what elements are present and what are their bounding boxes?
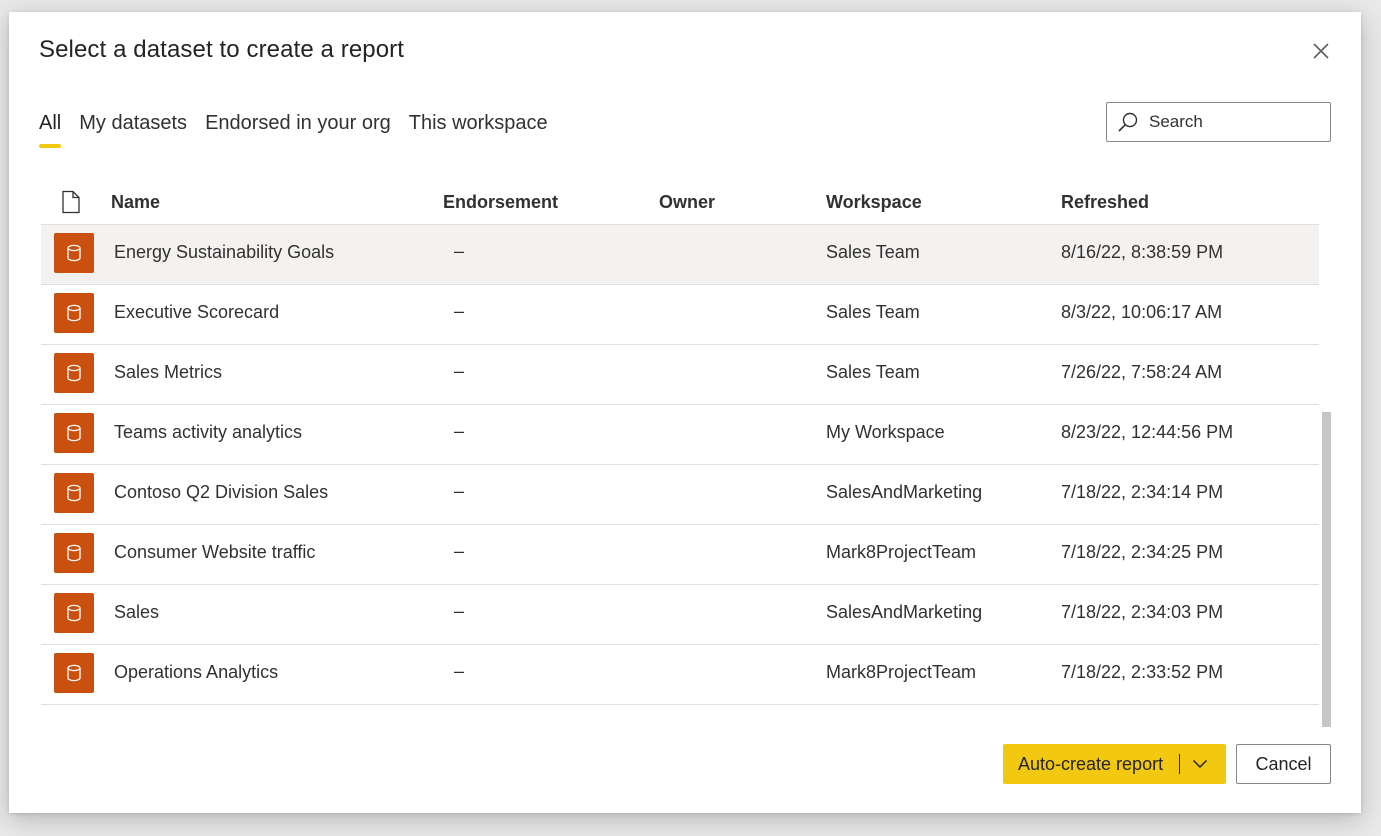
dataset-icon [54,593,94,633]
dataset-name: Sales [114,602,160,622]
dataset-endorsement: – [454,541,465,561]
dataset-name: Operations Analytics [114,662,279,682]
table-row[interactable]: Operations Analytics – Mark8ProjectTeam … [41,645,1319,705]
tab-all[interactable]: All [39,110,62,148]
dataset-endorsement: – [454,301,465,321]
dataset-workspace: My Workspace [826,422,945,442]
table-row[interactable]: Contoso Q2 Division Sales – SalesAndMark… [41,465,1319,525]
split-divider [1179,754,1181,774]
dataset-icon [54,533,94,573]
table-row[interactable]: Teams activity analytics – My Workspace … [41,405,1319,465]
dataset-icon [54,233,94,273]
dataset-name: Consumer Website traffic [114,542,316,562]
dataset-endorsement: – [454,601,465,621]
dataset-endorsement: – [454,661,465,681]
tab-this-workspace[interactable]: This workspace [409,110,548,148]
table-row[interactable]: Energy Sustainability Goals – Sales Team… [41,225,1319,285]
dataset-icon [54,473,94,513]
chevron-down-icon[interactable] [1192,759,1208,769]
header-workspace[interactable]: Workspace [826,192,922,213]
dataset-workspace: Sales Team [826,362,920,382]
search-icon [1118,112,1138,132]
dataset-refreshed: 7/18/22, 2:34:03 PM [1061,602,1224,622]
dataset-refreshed: 7/26/22, 7:58:24 AM [1061,362,1223,382]
select-dataset-dialog: Select a dataset to create a report All … [9,12,1361,813]
dataset-name: Executive Scorecard [114,302,280,322]
dataset-list: Energy Sustainability Goals – Sales Team… [41,225,1319,725]
table-row[interactable]: Sales Metrics – Sales Team 7/26/22, 7:58… [41,345,1319,405]
file-icon [61,190,81,219]
dataset-workspace: Sales Team [826,242,920,262]
close-icon [1313,43,1329,59]
table-header: Name Endorsement Owner Workspace Refresh… [41,180,1319,225]
dataset-workspace: SalesAndMarketing [826,482,983,502]
table-row[interactable]: Executive Scorecard – Sales Team 8/3/22,… [41,285,1319,345]
dataset-refreshed: 7/18/22, 2:34:25 PM [1061,542,1224,562]
table-row[interactable]: Consumer Website traffic – Mark8ProjectT… [41,525,1319,585]
header-name[interactable]: Name [111,192,160,213]
dataset-refreshed: 7/18/22, 2:34:14 PM [1061,482,1224,502]
header-owner[interactable]: Owner [659,192,715,213]
dataset-endorsement: – [454,241,465,261]
dataset-name: Energy Sustainability Goals [114,242,335,262]
dataset-workspace: SalesAndMarketing [826,602,983,622]
close-button[interactable] [1309,39,1333,63]
search-box[interactable] [1106,102,1331,142]
dataset-refreshed: 7/18/22, 2:33:52 PM [1061,662,1224,682]
dataset-name: Contoso Q2 Division Sales [114,482,329,502]
dataset-endorsement: – [454,361,465,381]
dataset-name: Teams activity analytics [114,422,303,442]
tab-endorsed-in-your-org[interactable]: Endorsed in your org [205,110,391,148]
list-scrollbar[interactable] [1322,412,1331,727]
dataset-workspace: Mark8ProjectTeam [826,662,977,682]
dataset-icon [54,293,94,333]
tab-bar: All My datasets Endorsed in your org Thi… [39,110,548,150]
header-refreshed[interactable]: Refreshed [1061,192,1149,213]
dataset-endorsement: – [454,421,465,441]
header-endorsement[interactable]: Endorsement [443,192,558,213]
dataset-workspace: Mark8ProjectTeam [826,542,977,562]
dataset-endorsement: – [454,481,465,501]
dataset-refreshed: 8/3/22, 10:06:17 AM [1061,302,1223,322]
dataset-icon [54,413,94,453]
auto-create-report-button[interactable]: Auto-create report [1003,744,1226,784]
cancel-button[interactable]: Cancel [1236,744,1331,784]
dialog-title: Select a dataset to create a report [39,36,405,63]
dataset-refreshed: 8/23/22, 12:44:56 PM [1061,422,1234,442]
table-row[interactable]: Sales – SalesAndMarketing 7/18/22, 2:34:… [41,585,1319,645]
dataset-workspace: Sales Team [826,302,920,322]
dataset-name: Sales Metrics [114,362,223,382]
search-input[interactable] [1149,112,1319,132]
dataset-refreshed: 8/16/22, 8:38:59 PM [1061,242,1224,262]
dataset-icon [54,353,94,393]
tab-my-datasets[interactable]: My datasets [79,110,187,148]
auto-create-label: Auto-create report [1018,753,1164,774]
dataset-icon [54,653,94,693]
